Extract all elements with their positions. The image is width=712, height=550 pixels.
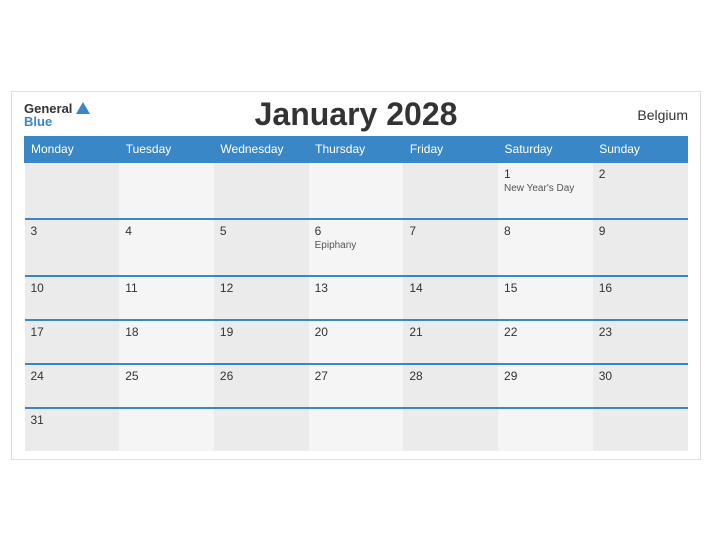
day-number: 4: [125, 224, 208, 238]
day-number: 24: [31, 369, 114, 383]
day-number: 16: [599, 281, 682, 295]
calendar-day-cell: 19: [214, 320, 309, 364]
calendar-day-cell: 24: [25, 364, 120, 408]
day-number: 12: [220, 281, 303, 295]
calendar-day-cell: 10: [25, 276, 120, 320]
calendar-day-cell: 14: [403, 276, 498, 320]
calendar-day-cell: 27: [309, 364, 404, 408]
calendar-day-cell: 11: [119, 276, 214, 320]
calendar-day-cell: [593, 408, 688, 451]
day-number: 10: [31, 281, 114, 295]
calendar-day-cell: 15: [498, 276, 593, 320]
weekday-header-tuesday: Tuesday: [119, 136, 214, 162]
day-number: 9: [599, 224, 682, 238]
calendar-day-cell: 9: [593, 219, 688, 276]
calendar-day-cell: [214, 408, 309, 451]
day-number: 8: [504, 224, 587, 238]
calendar-header: General Blue January 2028 Belgium: [24, 102, 688, 128]
calendar-day-cell: [403, 408, 498, 451]
calendar-day-cell: [214, 162, 309, 219]
calendar-day-cell: 17: [25, 320, 120, 364]
calendar-week-row: 17 18 19 20 21 22 23: [25, 320, 688, 364]
day-number: 27: [315, 369, 398, 383]
calendar-container: General Blue January 2028 Belgium Monday…: [11, 91, 701, 460]
day-number: 22: [504, 325, 587, 339]
calendar-day-cell: 23: [593, 320, 688, 364]
logo: General Blue: [24, 102, 90, 128]
weekday-header-wednesday: Wednesday: [214, 136, 309, 162]
weekday-header-sunday: Sunday: [593, 136, 688, 162]
calendar-day-cell: 25: [119, 364, 214, 408]
calendar-day-cell: [498, 408, 593, 451]
calendar-day-cell: 21: [403, 320, 498, 364]
calendar-day-cell: [309, 162, 404, 219]
calendar-day-cell: [25, 162, 120, 219]
calendar-day-cell: 4: [119, 219, 214, 276]
calendar-day-cell: 8: [498, 219, 593, 276]
calendar-day-cell: [119, 162, 214, 219]
day-number: 25: [125, 369, 208, 383]
day-number: 23: [599, 325, 682, 339]
calendar-day-cell: 16: [593, 276, 688, 320]
calendar-day-cell: 18: [119, 320, 214, 364]
calendar-day-cell: 7: [403, 219, 498, 276]
day-number: 26: [220, 369, 303, 383]
logo-blue-text: Blue: [24, 115, 90, 128]
calendar-day-cell: 28: [403, 364, 498, 408]
day-number: 1: [504, 167, 587, 181]
day-event: Epiphany: [315, 240, 398, 251]
calendar-week-row: 10 11 12 13 14 15 16: [25, 276, 688, 320]
calendar-day-cell: 22: [498, 320, 593, 364]
day-number: 31: [31, 413, 114, 427]
calendar-week-row: 3456 Epiphany 789: [25, 219, 688, 276]
weekday-header-thursday: Thursday: [309, 136, 404, 162]
day-number: 19: [220, 325, 303, 339]
calendar-day-cell: 6 Epiphany: [309, 219, 404, 276]
day-number: 29: [504, 369, 587, 383]
day-number: 30: [599, 369, 682, 383]
calendar-day-cell: 3: [25, 219, 120, 276]
day-number: 15: [504, 281, 587, 295]
logo-general-text: General: [24, 102, 72, 115]
weekday-header-row: MondayTuesdayWednesdayThursdayFridaySatu…: [25, 136, 688, 162]
calendar-day-cell: 29: [498, 364, 593, 408]
calendar-day-cell: 13: [309, 276, 404, 320]
calendar-day-cell: [119, 408, 214, 451]
day-number: 7: [409, 224, 492, 238]
calendar-day-cell: 1 New Year's Day: [498, 162, 593, 219]
logo-triangle-icon: [76, 102, 90, 114]
day-number: 3: [31, 224, 114, 238]
day-number: 14: [409, 281, 492, 295]
day-number: 11: [125, 281, 208, 295]
day-number: 28: [409, 369, 492, 383]
calendar-title: January 2028: [255, 96, 458, 133]
weekday-header-friday: Friday: [403, 136, 498, 162]
calendar-day-cell: 26: [214, 364, 309, 408]
day-number: 6: [315, 224, 398, 238]
calendar-day-cell: 2: [593, 162, 688, 219]
calendar-week-row: 31: [25, 408, 688, 451]
day-number: 5: [220, 224, 303, 238]
weekday-header-saturday: Saturday: [498, 136, 593, 162]
day-number: 21: [409, 325, 492, 339]
calendar-week-row: 24 25 26 27 28 29 30: [25, 364, 688, 408]
calendar-day-cell: 12: [214, 276, 309, 320]
calendar-grid: MondayTuesdayWednesdayThursdayFridaySatu…: [24, 136, 688, 451]
calendar-day-cell: 30: [593, 364, 688, 408]
day-event: New Year's Day: [504, 183, 587, 194]
calendar-country: Belgium: [637, 107, 688, 123]
calendar-day-cell: 5: [214, 219, 309, 276]
day-number: 18: [125, 325, 208, 339]
calendar-day-cell: [309, 408, 404, 451]
weekday-header-monday: Monday: [25, 136, 120, 162]
calendar-day-cell: [403, 162, 498, 219]
day-number: 13: [315, 281, 398, 295]
day-number: 17: [31, 325, 114, 339]
day-number: 20: [315, 325, 398, 339]
day-number: 2: [599, 167, 682, 181]
calendar-day-cell: 31: [25, 408, 120, 451]
calendar-week-row: 1 New Year's Day 2: [25, 162, 688, 219]
calendar-day-cell: 20: [309, 320, 404, 364]
